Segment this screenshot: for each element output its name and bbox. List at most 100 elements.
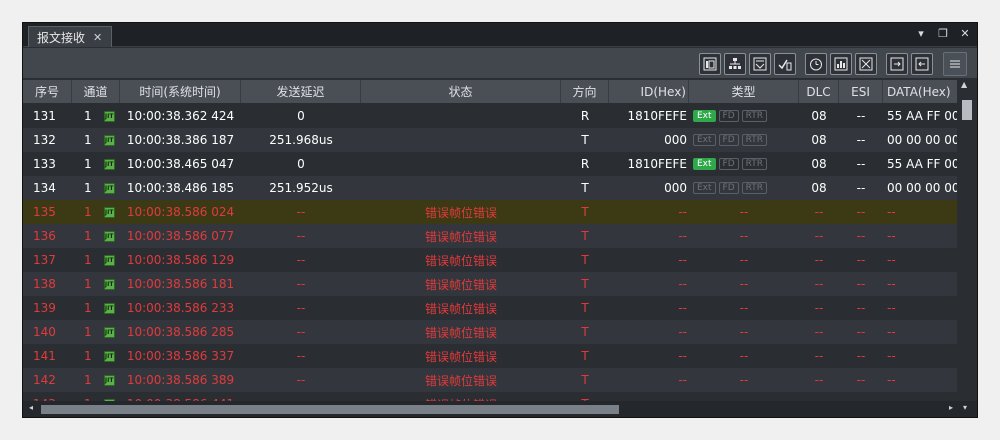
cell-seq: 141 [33, 349, 56, 363]
col-esi[interactable]: ESI [839, 80, 883, 103]
export-button[interactable] [886, 53, 908, 75]
channel-icon: JIT [103, 206, 115, 218]
tab-close-icon[interactable]: ✕ [93, 31, 102, 44]
scroll-right-icon[interactable]: ▸ [949, 403, 953, 412]
col-time[interactable]: 时间(系统时间) [120, 80, 241, 103]
import-button[interactable] [911, 53, 933, 75]
col-channel[interactable]: 通道 [72, 80, 120, 103]
table-row[interactable]: 139 1 JIT 10:00:38.586 233 -- 错误帧位错误 T -- -- -- --… [23, 296, 957, 320]
network-button[interactable] [724, 53, 746, 75]
cell-type: Ext FD RTR [689, 104, 799, 128]
table-row[interactable]: 142 1 JIT 10:00:38.586 389 -- 错误帧位错误 T -- -- -- --… [23, 368, 957, 392]
cell-dlc: -- [814, 373, 824, 387]
cell-delay: -- [241, 392, 361, 401]
dropdown-icon[interactable]: ▾ [915, 27, 927, 40]
vertical-scrollbar[interactable]: ▲ [957, 80, 977, 401]
cell-time: 10:00:38.386 187 [126, 133, 235, 147]
cell-delay: -- [296, 277, 306, 291]
cell-id: 1810FEFE [627, 157, 687, 171]
channel-icon: JIT [103, 110, 115, 122]
table-row[interactable]: 138 1 JIT 10:00:38.586 181 -- 错误帧位错误 T -- -- -- --… [23, 272, 957, 296]
channel-icon: JIT [103, 134, 115, 146]
cell-direction: R [580, 109, 590, 123]
channel-icon: JIT [103, 158, 115, 170]
table-row[interactable]: 1431JIT10:00:38.586 441--错误帧位错误T--------… [23, 392, 957, 401]
cell-seq: 137 [33, 253, 56, 267]
table-row[interactable]: 140 1 JIT 10:00:38.586 285 -- 错误帧位错误 T -- -- -- --… [23, 320, 957, 344]
cell-dlc: -- [814, 229, 824, 243]
check-button[interactable] [774, 53, 796, 75]
col-id[interactable]: ID(Hex) [609, 80, 689, 103]
cell-data: -- [887, 205, 896, 219]
table-row[interactable]: 136 1 JIT 10:00:38.586 077 -- 错误帧位错误 T -- -- -- --… [23, 224, 957, 248]
window-controls: ▾ ❐ ✕ [915, 27, 971, 40]
check-icon [778, 59, 792, 71]
id-filter-button[interactable] [699, 53, 721, 75]
cell-time: 10:00:38.586 077 [126, 229, 235, 243]
table-row[interactable]: 133 1 JIT 10:00:38.465 047 0 R 1810FEFE Ext FD RT… [23, 152, 957, 176]
scroll-left-icon[interactable]: ◂ [29, 403, 33, 412]
table-row[interactable]: 141 1 JIT 10:00:38.586 337 -- 错误帧位错误 T -- -- -- --… [23, 344, 957, 368]
horizontal-scroll-thumb[interactable] [41, 405, 619, 414]
cell-data: -- [887, 373, 896, 387]
channel-value: 1 [84, 325, 92, 339]
cell-id: -- [609, 392, 689, 401]
cell-direction: T [581, 349, 589, 363]
col-type[interactable]: 类型 [689, 80, 799, 103]
col-direction[interactable]: 方向 [561, 80, 609, 103]
cell-dlc: -- [814, 253, 824, 267]
cell-status: 错误帧位错误 [424, 373, 497, 388]
clear-button[interactable] [855, 53, 877, 75]
restore-icon[interactable]: ❐ [937, 27, 949, 40]
cell-delay: -- [296, 349, 306, 363]
cell-direction: T [581, 205, 589, 219]
scroll-up-icon[interactable]: ▲ [961, 80, 967, 89]
cell-dlc: -- [814, 277, 824, 291]
cell-channel: 1 JIT [72, 344, 120, 368]
table-row[interactable]: 131 1 JIT 10:00:38.362 424 0 R 1810FEFE Ext FD RT… [23, 104, 957, 128]
cell-data: -- [887, 229, 896, 243]
col-dlc[interactable]: DLC [799, 80, 839, 103]
table-row[interactable]: 134 1 JIT 10:00:38.486 185 251.952us T 000 Ext F… [23, 176, 957, 200]
cell-type: Ext FD RTR [689, 152, 799, 176]
table-row[interactable]: 132 1 JIT 10:00:38.386 187 251.968us T 000 Ext F… [23, 128, 957, 152]
message-receive-window: 报文接收 ✕ ▾ ❐ ✕ 序号 通道 时间(系统时间) 发送延迟 状态 方向 I… [22, 22, 978, 418]
cell-delay: -- [296, 325, 306, 339]
timer-icon [810, 58, 822, 71]
channel-value: 1 [84, 373, 92, 387]
scroll-down-icon[interactable]: ▾ [963, 403, 967, 412]
timer-button[interactable] [805, 53, 827, 75]
cell-status [361, 104, 561, 128]
cell-id: 000 [664, 181, 687, 195]
cell-time: 10:00:38.586 337 [126, 349, 235, 363]
window-close-icon[interactable]: ✕ [959, 27, 971, 40]
col-delay[interactable]: 发送延迟 [241, 80, 361, 103]
table-row[interactable]: 137 1 JIT 10:00:38.586 129 -- 错误帧位错误 T -- -- -- --… [23, 248, 957, 272]
cell-status: 错误帧位错误 [424, 205, 497, 220]
cell-status: 错误帧位错误 [361, 392, 561, 402]
col-data[interactable]: DATA(Hex) [883, 80, 957, 103]
channel-icon: JIT [103, 326, 115, 338]
cell-seq: 138 [33, 277, 56, 291]
cell-direction: T [581, 253, 589, 267]
channel-icon: JIT [103, 350, 115, 362]
cell-channel: 1 JIT [72, 224, 120, 248]
cell-direction: T [581, 277, 589, 291]
tab-message-receive[interactable]: 报文接收 ✕ [28, 26, 112, 47]
type-tag-fd: FD [718, 134, 739, 146]
stats-button[interactable] [830, 53, 852, 75]
cell-esi: -- [856, 181, 866, 195]
horizontal-scrollbar[interactable]: ◂ ▸ ▾ [23, 401, 977, 417]
menu-button[interactable] [943, 52, 967, 76]
cell-channel: 1 JIT [72, 320, 120, 344]
table-row[interactable]: 135 1 JIT 10:00:38.586 024 -- 错误帧位错误 T -- -- -- --… [23, 200, 957, 224]
cell-channel: 1 JIT [72, 368, 120, 392]
col-seq[interactable]: 序号 [23, 80, 72, 103]
cell-time: 10:00:38.586 441 [120, 392, 241, 401]
vertical-scroll-thumb[interactable] [962, 100, 972, 120]
type-tag-ext: Ext [693, 134, 716, 146]
cell-direction: R [580, 157, 590, 171]
cell-direction: T [561, 392, 609, 401]
decode-button[interactable] [749, 53, 771, 75]
col-status[interactable]: 状态 [361, 80, 561, 103]
